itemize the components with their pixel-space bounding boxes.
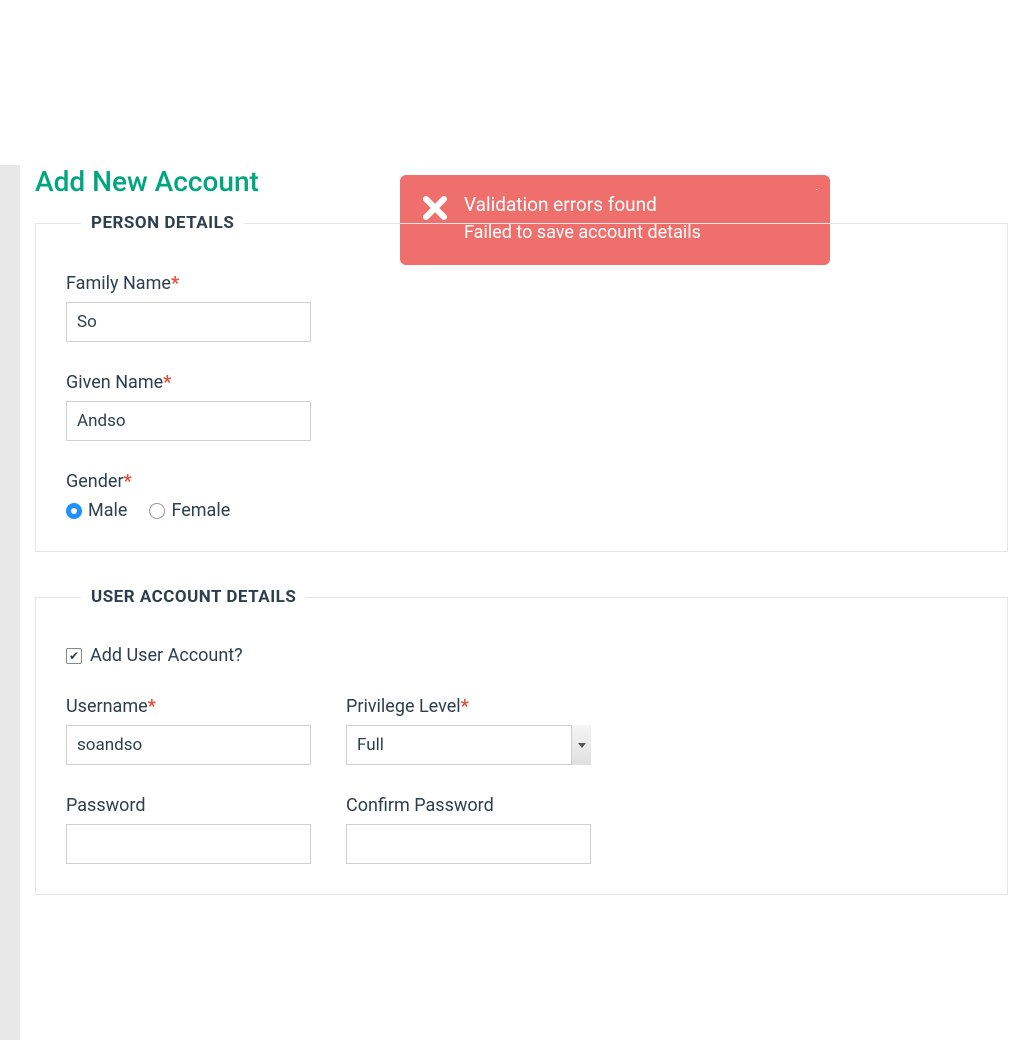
family-name-label-text: Family Name: [66, 273, 171, 294]
required-marker: *: [148, 696, 156, 717]
gender-label-text: Gender: [66, 471, 124, 492]
required-marker: *: [171, 273, 179, 294]
privilege-level-label-text: Privilege Level: [346, 696, 461, 717]
gender-label: Gender*: [66, 471, 977, 492]
gender-female-radio[interactable]: Female: [149, 500, 230, 521]
password-label: Password: [66, 795, 311, 816]
add-user-checkbox[interactable]: ✔: [66, 648, 82, 664]
required-marker: *: [124, 471, 132, 492]
family-name-label: Family Name*: [66, 273, 977, 294]
given-name-label: Given Name*: [66, 372, 977, 393]
gender-male-radio[interactable]: Male: [66, 500, 127, 521]
given-name-label-text: Given Name: [66, 372, 163, 393]
confirm-password-label: Confirm Password: [346, 795, 591, 816]
user-account-details-section: USER ACCOUNT DETAILS ✔ Add User Account?…: [35, 587, 1008, 895]
person-details-legend: PERSON DETAILS: [81, 213, 244, 233]
add-user-label: Add User Account?: [90, 645, 243, 666]
password-input[interactable]: [66, 824, 311, 864]
person-details-section: PERSON DETAILS Family Name* Given Name* …: [35, 213, 1008, 552]
required-marker: *: [163, 372, 171, 393]
user-account-details-legend: USER ACCOUNT DETAILS: [81, 587, 306, 607]
left-stripe: [0, 165, 20, 1040]
gender-female-label: Female: [171, 500, 230, 521]
family-name-input[interactable]: [66, 302, 311, 342]
gender-male-label: Male: [88, 500, 127, 521]
required-marker: *: [461, 696, 469, 717]
radio-icon: [66, 503, 82, 519]
toast-close-icon[interactable]: ·: [815, 185, 818, 196]
privilege-level-label: Privilege Level*: [346, 696, 591, 717]
given-name-input[interactable]: [66, 401, 311, 441]
radio-icon: [149, 503, 165, 519]
confirm-password-input[interactable]: [346, 824, 591, 864]
username-label: Username*: [66, 696, 311, 717]
privilege-level-select[interactable]: [346, 725, 591, 765]
username-input[interactable]: [66, 725, 311, 765]
username-label-text: Username: [66, 696, 148, 717]
